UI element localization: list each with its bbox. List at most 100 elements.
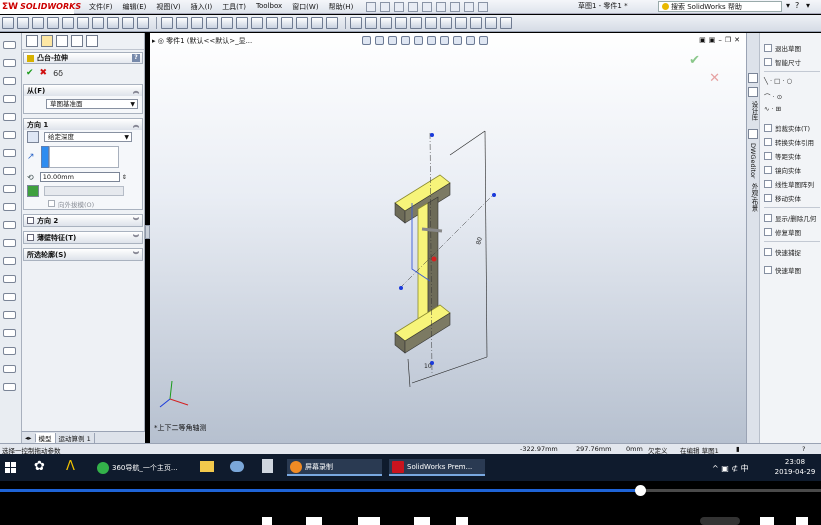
repair-icon[interactable] bbox=[425, 17, 437, 29]
end-condition-select[interactable]: 给定深度 ▼ bbox=[44, 132, 132, 142]
ellipse-icon[interactable] bbox=[3, 167, 16, 175]
save-icon[interactable] bbox=[408, 1, 419, 12]
sketch-point[interactable] bbox=[430, 133, 434, 137]
height-dimension-text[interactable]: 80 bbox=[475, 236, 484, 245]
depth-spinner-icon[interactable]: ⇕ bbox=[122, 174, 127, 181]
rectangle-icon[interactable] bbox=[3, 59, 16, 67]
tab-appearances[interactable]: 外观/布景 bbox=[749, 183, 759, 211]
right-view-icon[interactable] bbox=[62, 17, 74, 29]
zoom-fit-icon[interactable] bbox=[137, 17, 149, 29]
direction-selection-field[interactable] bbox=[40, 146, 49, 168]
mirror-icon[interactable] bbox=[3, 329, 16, 337]
menu-insert[interactable]: 插入(I) bbox=[186, 2, 218, 12]
move-entities-button[interactable]: 移动实体 bbox=[764, 193, 801, 203]
from-start-select[interactable]: 草图基准面 ▼ bbox=[46, 99, 138, 109]
offset-entities-button[interactable]: 等距实体 bbox=[764, 151, 801, 161]
taskbar-app-solidworks[interactable]: SolidWorks Prem... bbox=[389, 459, 485, 476]
menu-view[interactable]: 视图(V) bbox=[151, 2, 185, 12]
front-view-icon[interactable] bbox=[32, 17, 44, 29]
menu-help[interactable]: 帮助(H) bbox=[324, 2, 359, 12]
feature-tree-tab-icon[interactable] bbox=[26, 35, 38, 47]
chamfer-tool-icon[interactable] bbox=[296, 17, 308, 29]
menu-toolbox[interactable]: Toolbox bbox=[251, 2, 287, 12]
fillet-icon[interactable] bbox=[3, 185, 16, 193]
tab-model[interactable]: 模型 bbox=[35, 432, 56, 443]
chamfer-icon[interactable] bbox=[3, 203, 16, 211]
rapid-sketch-icon[interactable] bbox=[455, 17, 467, 29]
thin-feature-checkbox[interactable] bbox=[27, 234, 34, 241]
file-explorer-tab-icon[interactable] bbox=[748, 129, 758, 139]
options-icon[interactable] bbox=[478, 1, 489, 12]
search-dropdown-icon[interactable]: ▾ bbox=[786, 1, 790, 10]
extrude-drag-arrow[interactable] bbox=[421, 227, 443, 233]
speed-button[interactable] bbox=[700, 517, 740, 525]
centerline-tool-icon[interactable] bbox=[251, 17, 263, 29]
parallelogram-icon[interactable] bbox=[3, 77, 16, 85]
trim-tool-icon[interactable] bbox=[326, 17, 338, 29]
mirror-icon[interactable] bbox=[380, 17, 392, 29]
calculator-icon[interactable] bbox=[262, 459, 273, 473]
move-icon[interactable] bbox=[410, 17, 422, 29]
repair-sketch-button[interactable]: 修复草图 bbox=[764, 227, 801, 237]
smart-dimension-button[interactable]: 智能尺寸 bbox=[764, 57, 801, 67]
selected-contours-header[interactable]: 所选轮廓(S) ︾ bbox=[24, 249, 142, 260]
dimxpert-tab-icon[interactable] bbox=[71, 35, 83, 47]
from-group-header[interactable]: 从(F) ︽ bbox=[24, 85, 142, 96]
spline-tools-row[interactable]: ∿ · ⊞ bbox=[764, 105, 781, 113]
iso-view-icon[interactable] bbox=[77, 17, 89, 29]
centerline-icon[interactable] bbox=[3, 257, 16, 265]
fillet-tool-icon[interactable] bbox=[281, 17, 293, 29]
print-icon[interactable] bbox=[422, 1, 433, 12]
pattern-icon[interactable] bbox=[3, 347, 16, 355]
status-help-icon[interactable]: ? bbox=[802, 445, 805, 453]
taskbar-clock[interactable]: 23:08 2019-04-29 bbox=[773, 457, 817, 477]
display-relations-button[interactable]: 显示/删除几何 bbox=[764, 213, 816, 223]
origin-point[interactable] bbox=[431, 256, 437, 262]
taskbar-app-360[interactable]: 360导航_一个主页... bbox=[94, 459, 189, 476]
line-icon[interactable] bbox=[3, 41, 16, 49]
linear-pattern-button[interactable]: 线性草图阵列 bbox=[764, 179, 814, 189]
polygon-icon[interactable] bbox=[3, 131, 16, 139]
status-rebuild-icon[interactable]: ▮ bbox=[736, 445, 740, 453]
stop-icon[interactable] bbox=[262, 517, 272, 525]
file-explorer-icon[interactable] bbox=[200, 461, 214, 472]
draft-icon[interactable] bbox=[27, 185, 39, 197]
move-icon[interactable] bbox=[3, 365, 16, 373]
section-view-icon[interactable] bbox=[92, 17, 104, 29]
pinwheel-app-icon[interactable]: ✿ bbox=[34, 459, 45, 474]
menu-file[interactable]: 文件(F) bbox=[84, 2, 118, 12]
spline-icon[interactable] bbox=[3, 149, 16, 157]
detailed-preview-icon[interactable]: 6δ bbox=[53, 69, 63, 78]
collapse-chevron-icon[interactable]: ︽ bbox=[133, 120, 139, 129]
direction-selection-box[interactable] bbox=[48, 146, 119, 168]
settings-icon[interactable] bbox=[796, 517, 808, 525]
arc-icon[interactable] bbox=[3, 113, 16, 121]
quick-snaps-button[interactable]: 快速捕捉 bbox=[764, 247, 801, 257]
progress-track[interactable] bbox=[0, 489, 821, 492]
open-icon[interactable] bbox=[394, 1, 405, 12]
arc-tool-icon[interactable] bbox=[206, 17, 218, 29]
display-style-icon[interactable] bbox=[107, 17, 119, 29]
undo-icon[interactable] bbox=[436, 1, 447, 12]
offset-tool-icon[interactable] bbox=[311, 17, 323, 29]
grid-icon[interactable] bbox=[470, 17, 482, 29]
playlist-icon[interactable] bbox=[760, 517, 774, 525]
windows-start-icon[interactable] bbox=[5, 462, 16, 473]
pin-icon[interactable] bbox=[366, 1, 377, 12]
quick-snap-icon[interactable] bbox=[440, 17, 452, 29]
snap-icon[interactable] bbox=[485, 17, 497, 29]
arc-tools-row[interactable]: ⌒ · ⊙ bbox=[764, 91, 782, 101]
text-tool-icon[interactable] bbox=[266, 17, 278, 29]
direction2-header[interactable]: 方向 2 ︾ bbox=[24, 215, 142, 226]
rectangle-tool-icon[interactable] bbox=[176, 17, 188, 29]
top-view-icon[interactable] bbox=[47, 17, 59, 29]
appearance-tab-icon[interactable] bbox=[86, 35, 98, 47]
ok-check-icon[interactable]: ✔ bbox=[26, 68, 34, 78]
volume-icon[interactable] bbox=[456, 517, 468, 525]
offset-icon[interactable] bbox=[3, 275, 16, 283]
line-tool-icon[interactable] bbox=[161, 17, 173, 29]
feature-help-button[interactable]: ? bbox=[132, 54, 140, 62]
taskbar-app-screen-recorder[interactable]: 屏幕录制 bbox=[287, 459, 382, 476]
hide-show-icon[interactable] bbox=[122, 17, 134, 29]
mirror-entities-button[interactable]: 镜向实体 bbox=[764, 165, 801, 175]
